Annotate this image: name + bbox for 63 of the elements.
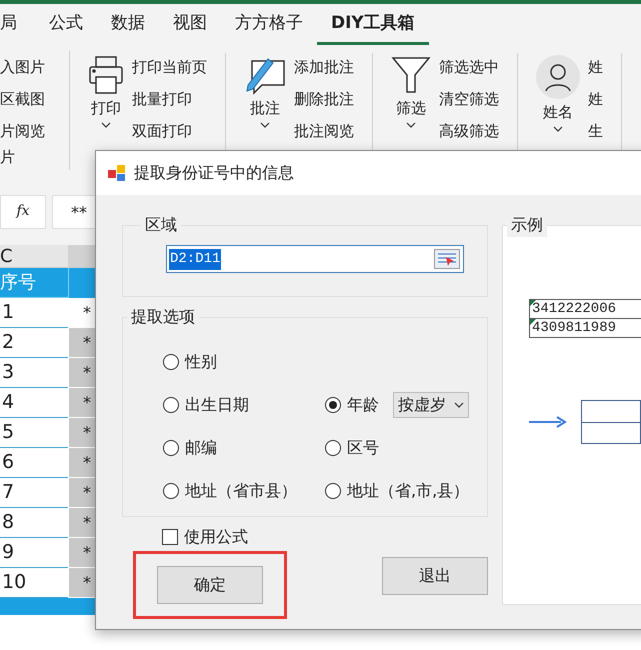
option-label[interactable]: 年龄 [347, 393, 379, 417]
ribbon-tab[interactable]: 方方格子 [221, 10, 317, 45]
ribbon-menu-item[interactable]: 打印当前页 [132, 51, 207, 83]
option-label[interactable]: 地址（省,市,县） [347, 479, 470, 503]
ribbon-menu-item[interactable]: 区截图 [0, 83, 69, 115]
checkbox-label[interactable]: 使用公式 [184, 525, 248, 549]
radio-button[interactable] [325, 397, 341, 413]
ribbon-big-button[interactable]: 筛选 [391, 53, 431, 170]
example-result-table [581, 400, 641, 444]
chevron-down-icon [454, 402, 464, 408]
ribbon-menu-item[interactable]: 姓 [588, 51, 603, 83]
range-picker-icon[interactable] [434, 249, 460, 269]
ribbon-menu-item[interactable]: 清空筛选 [439, 83, 499, 115]
chevron-down-icon [260, 122, 270, 128]
radio-button[interactable] [163, 397, 179, 413]
group-label: 提取选项 [130, 306, 196, 328]
option-label[interactable]: 出生日期 [185, 393, 249, 417]
ribbon-menu-item[interactable]: 添加批注 [294, 51, 354, 83]
ribbon-tab[interactable]: DIY工具箱 [317, 10, 429, 45]
chevron-down-icon [101, 122, 111, 128]
option-label[interactable]: 区号 [347, 436, 379, 460]
chevron-down-icon [406, 122, 416, 128]
dialog-button[interactable]: 确定 [157, 566, 263, 604]
function-button[interactable]: fx [0, 194, 46, 228]
printer-icon [88, 55, 124, 95]
option-label[interactable]: 地址（省市县） [185, 479, 297, 503]
option-label[interactable]: 邮编 [185, 436, 217, 460]
dialog-button[interactable]: 退出 [382, 557, 488, 595]
app-icon [108, 164, 126, 182]
radio-button[interactable] [163, 440, 179, 456]
ribbon-tab[interactable]: 局 [0, 10, 35, 45]
range-input[interactable]: D2:D11 [166, 245, 464, 273]
radio-button[interactable] [325, 483, 341, 499]
ribbon-menu-item[interactable]: 入图片 [0, 51, 69, 83]
checkbox[interactable] [162, 529, 178, 545]
header-cell: 序号 [0, 268, 68, 298]
chevron-down-icon [553, 126, 563, 132]
ribbon-tab[interactable]: 公式 [35, 10, 97, 45]
radio-button[interactable] [163, 483, 179, 499]
column-header[interactable]: C [0, 245, 68, 267]
filter-icon [391, 55, 431, 95]
avatar-icon [536, 55, 580, 99]
ribbon-menu-item[interactable]: 片阅览 [0, 115, 69, 147]
group-label: 区域 [144, 214, 178, 236]
ribbon-menu-item[interactable]: 高级筛选 [439, 115, 499, 147]
ribbon-menu-item[interactable]: 批注阅览 [294, 115, 354, 147]
ribbon-menu-item[interactable]: 筛选选中 [439, 51, 499, 83]
ribbon-menu-item[interactable]: 删除批注 [294, 83, 354, 115]
arrow-icon [529, 416, 569, 428]
ribbon-menu-item[interactable]: 双面打印 [132, 115, 207, 147]
option-label[interactable]: 性别 [185, 350, 217, 374]
ribbon-tab[interactable]: 数据 [97, 10, 159, 45]
example-cell-text: 3412222006 [530, 300, 618, 318]
dialog-title: 提取身份证号中的信息 [134, 162, 294, 184]
radio-button[interactable] [163, 354, 179, 370]
radio-button[interactable] [325, 440, 341, 456]
ribbon-big-button[interactable]: 打印 [88, 53, 124, 170]
group-label: 片 [0, 147, 16, 167]
ribbon-menu-item[interactable]: 姓 [588, 83, 603, 115]
age-dropdown[interactable]: 按虚岁 [393, 392, 469, 418]
ribbon-menu-item[interactable]: 批量打印 [132, 83, 207, 115]
ribbon-tab[interactable]: 视图 [159, 10, 221, 45]
ribbon-menu-item[interactable]: 生 [588, 115, 603, 147]
